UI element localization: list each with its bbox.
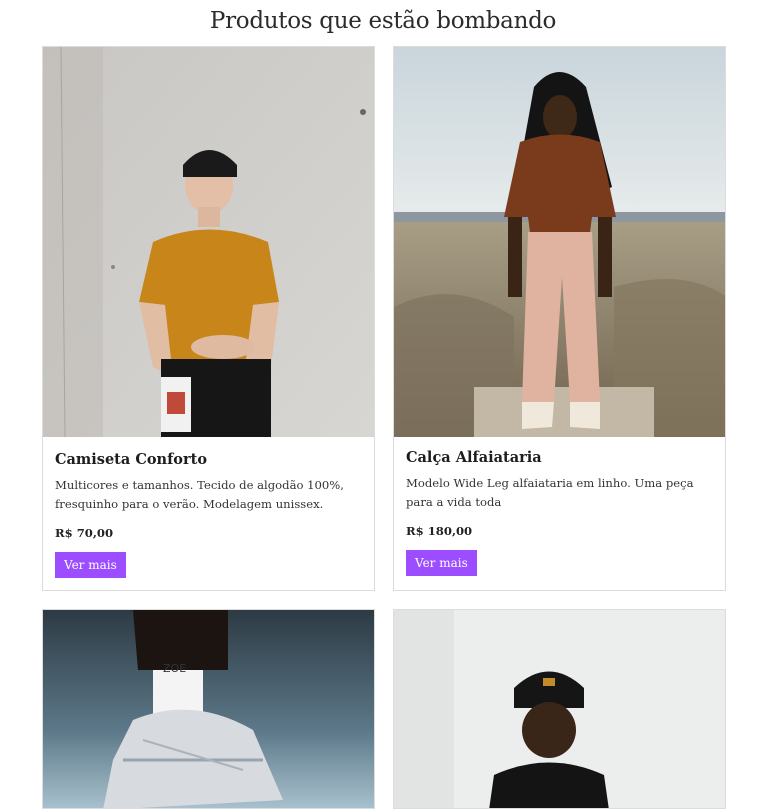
product-description: Modelo Wide Leg alfaiataria em linho. Um… bbox=[406, 476, 694, 509]
ver-mais-button[interactable]: Ver mais bbox=[55, 552, 126, 578]
product-grid: Camiseta Conforto Multicores e tamanhos.… bbox=[42, 46, 726, 809]
page-title: Produtos que estão bombando bbox=[209, 8, 557, 34]
product-card: Calça Alfaiataria Modelo Wide Leg alfaia… bbox=[393, 46, 726, 591]
product-image[interactable]: ZOE bbox=[43, 610, 374, 808]
product-name: Calça Alfaiataria bbox=[406, 449, 542, 466]
product-name: Camiseta Conforto bbox=[55, 451, 207, 468]
product-image[interactable] bbox=[394, 610, 725, 808]
ver-mais-button[interactable]: Ver mais bbox=[406, 550, 477, 576]
product-description: Multicores e tamanhos. Tecido de algodão… bbox=[55, 478, 344, 511]
product-price: R$ 70,00 bbox=[55, 526, 114, 540]
svg-text:ZOE: ZOE bbox=[163, 662, 186, 675]
product-card: Camiseta Conforto Multicores e tamanhos.… bbox=[42, 46, 375, 591]
product-card bbox=[393, 609, 726, 809]
product-image[interactable] bbox=[43, 47, 374, 437]
product-price: R$ 180,00 bbox=[406, 524, 473, 538]
product-card: ZOE bbox=[42, 609, 375, 809]
product-image[interactable] bbox=[394, 47, 725, 437]
